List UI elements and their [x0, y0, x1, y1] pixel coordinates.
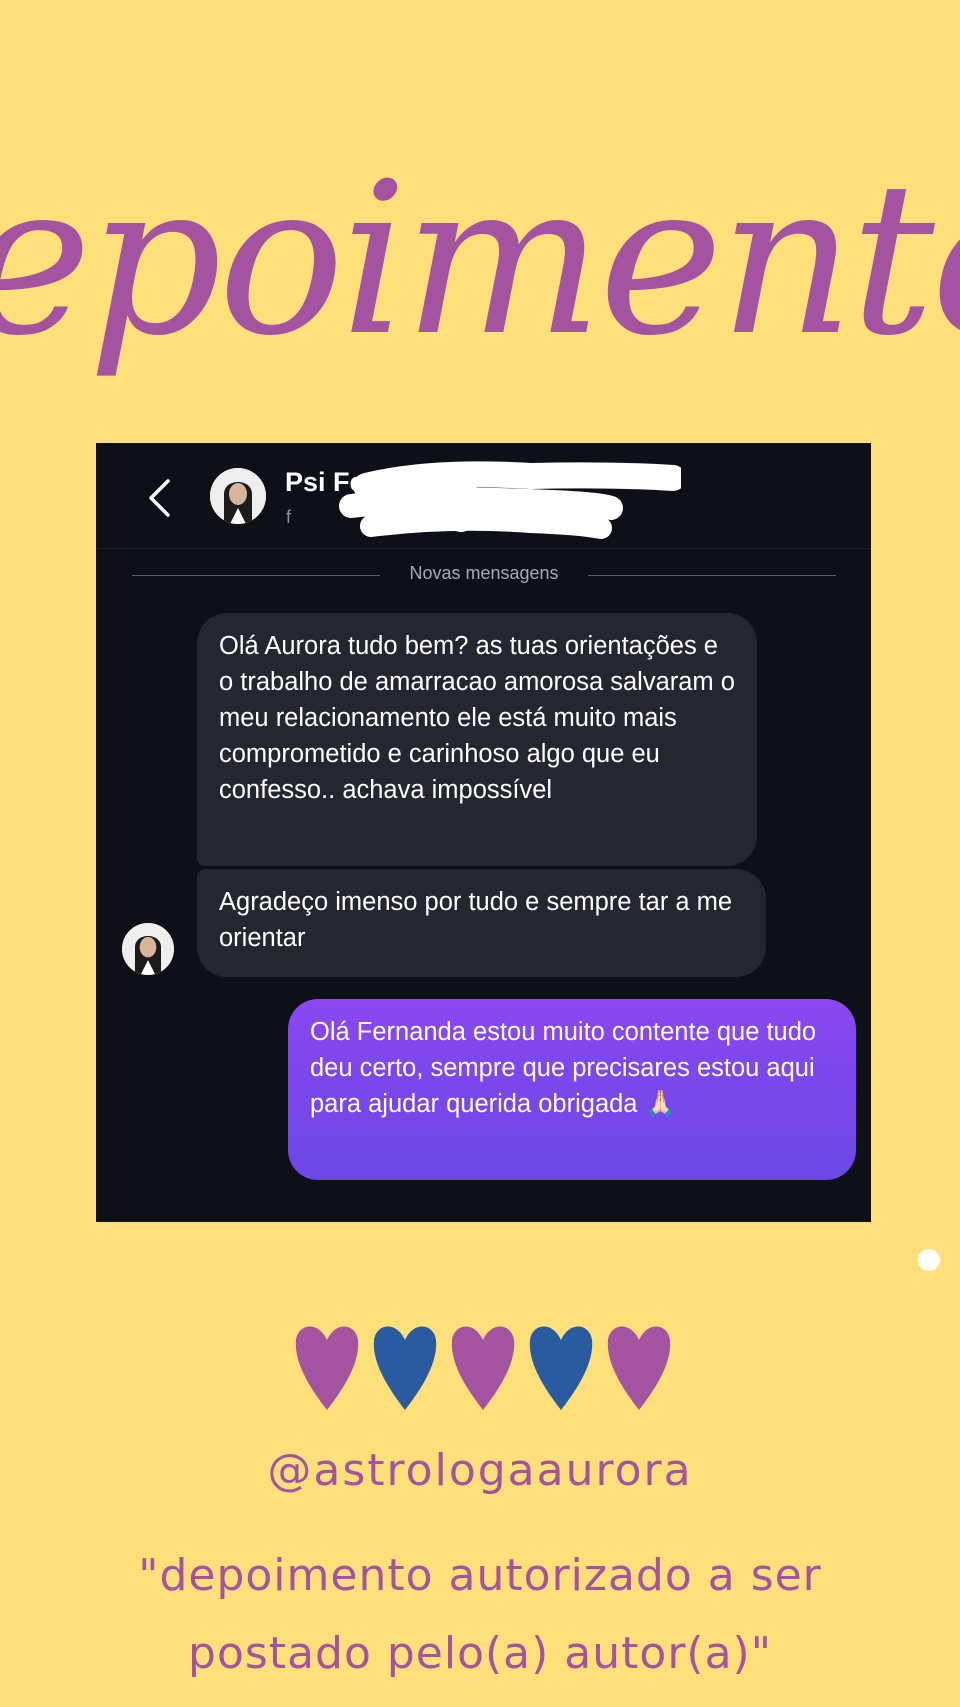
- divider-line-right: [588, 575, 836, 576]
- sender-avatar[interactable]: [122, 923, 174, 975]
- divider-line-left: [132, 575, 380, 576]
- incoming-message[interactable]: Olá Aurora tudo bem? as tuas orientações…: [197, 613, 757, 866]
- chat-header: Psi Fe f: [96, 443, 871, 549]
- disclaimer-line-1: "depoimento autorizado a ser: [138, 1550, 822, 1601]
- instagram-handle[interactable]: @astrologaaurora: [0, 1445, 960, 1496]
- disclaimer-line-2: postado pelo(a) autor(a)": [188, 1628, 772, 1679]
- hearts-icon: [295, 1326, 671, 1410]
- page-title: Depoimentos: [0, 70, 960, 430]
- chat-screenshot: Psi Fe f Novas mensagens Olá Aurora tudo…: [96, 443, 871, 1222]
- heart-icon: [529, 1326, 593, 1410]
- heart-icon: [451, 1326, 515, 1410]
- page-title-text: Depoimentos: [0, 137, 960, 382]
- heart-icon: [607, 1326, 671, 1410]
- incoming-message[interactable]: Agradeço imenso por tudo e sempre tar a …: [197, 869, 766, 977]
- white-dot: [918, 1249, 940, 1271]
- heart-icon: [373, 1326, 437, 1410]
- redaction-scribble: [339, 461, 681, 539]
- heart-icon: [295, 1326, 359, 1410]
- hearts-row: [290, 1318, 680, 1416]
- disclaimer-text: "depoimento autorizado a ser postado pel…: [60, 1537, 900, 1693]
- chevron-left-icon[interactable]: [146, 478, 172, 518]
- new-messages-label: Novas mensagens: [409, 563, 559, 583]
- outgoing-message[interactable]: Olá Fernanda estou muito contente que tu…: [288, 999, 856, 1180]
- avatar[interactable]: [210, 468, 266, 524]
- new-messages-divider: Novas mensagens: [132, 560, 836, 590]
